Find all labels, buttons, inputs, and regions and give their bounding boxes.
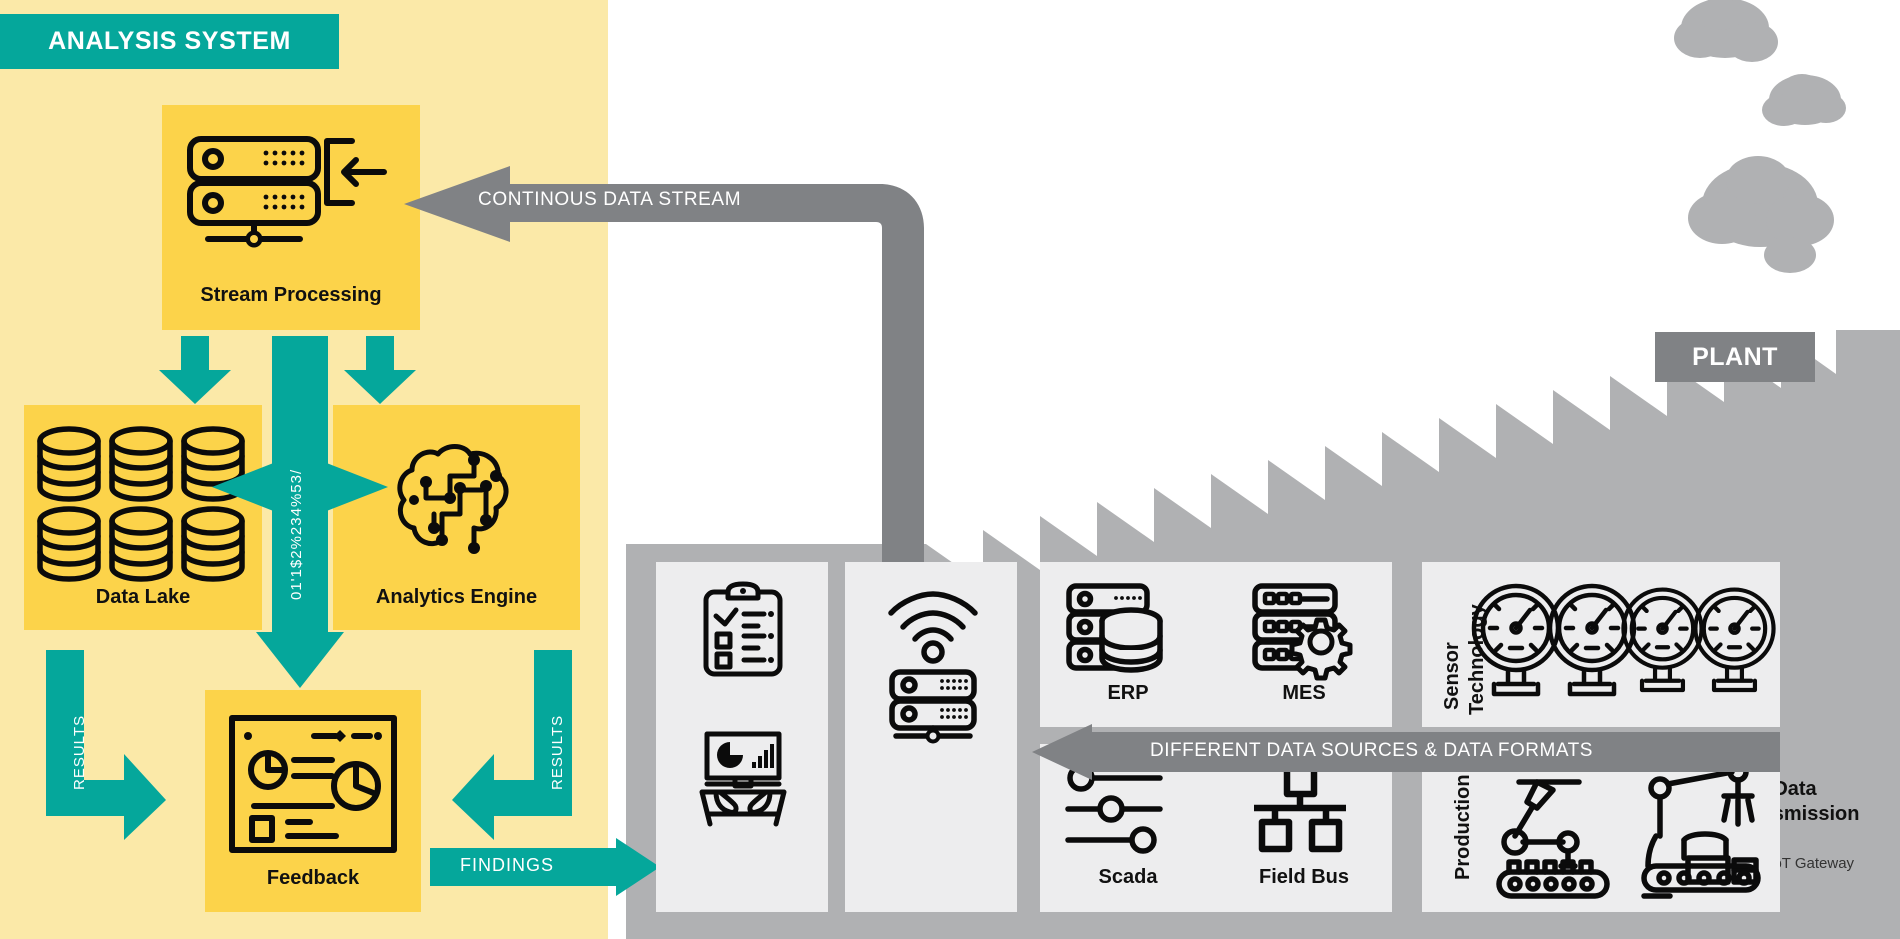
results-left-arrow <box>46 650 166 840</box>
results-right-label: RESULTS <box>549 714 566 790</box>
sensor-technology-label-line1: Sensor <box>1441 642 1463 710</box>
robot-crane-icon <box>1641 761 1761 899</box>
stream-to-datalake-arrow <box>159 336 231 404</box>
data-lake-label: Data Lake <box>95 586 191 608</box>
mes-label: MES <box>1282 682 1326 704</box>
analysis-system-title: ANALYSIS SYSTEM <box>0 14 339 69</box>
robot-arm-conveyor-icon <box>1496 779 1610 899</box>
continuous-data-stream-label: CONTINOUS DATA STREAM <box>478 189 742 210</box>
feedback-label: Feedback <box>266 867 360 889</box>
field-bus-label: Field Bus <box>1258 866 1349 888</box>
diagram-canvas: PLANT ANALYSIS SYSTEM Stream Processing … <box>0 0 1900 939</box>
server-database-icon <box>1066 583 1163 673</box>
plant-title: PLANT <box>1655 332 1815 382</box>
data-stream-code-label: 01'1$2%234%53/ <box>288 468 305 600</box>
desk-monitor-icon <box>699 731 787 827</box>
production-label: Production <box>1452 774 1474 880</box>
clipboard-checklist-icon <box>703 581 783 677</box>
stream-processing-label: Stream Processing <box>200 284 382 306</box>
gauge-icon-group <box>1471 583 1776 697</box>
continuous-data-stream-arrow <box>404 166 924 606</box>
scada-label: Scada <box>1098 866 1158 888</box>
smoke-cloud-icon <box>1674 0 1846 273</box>
different-data-sources-label: DIFFERENT DATA SOURCES & DATA FORMATS <box>1150 740 1593 761</box>
server-gear-icon <box>1252 583 1353 681</box>
server-import-icon <box>187 136 387 248</box>
erp-label: ERP <box>1107 682 1149 704</box>
dashboard-report-icon <box>229 715 397 853</box>
wifi-server-icon <box>888 591 978 744</box>
results-left-label: RESULTS <box>71 714 88 790</box>
findings-label: FINDINGS <box>460 855 555 875</box>
database-stack-icon <box>37 426 245 582</box>
